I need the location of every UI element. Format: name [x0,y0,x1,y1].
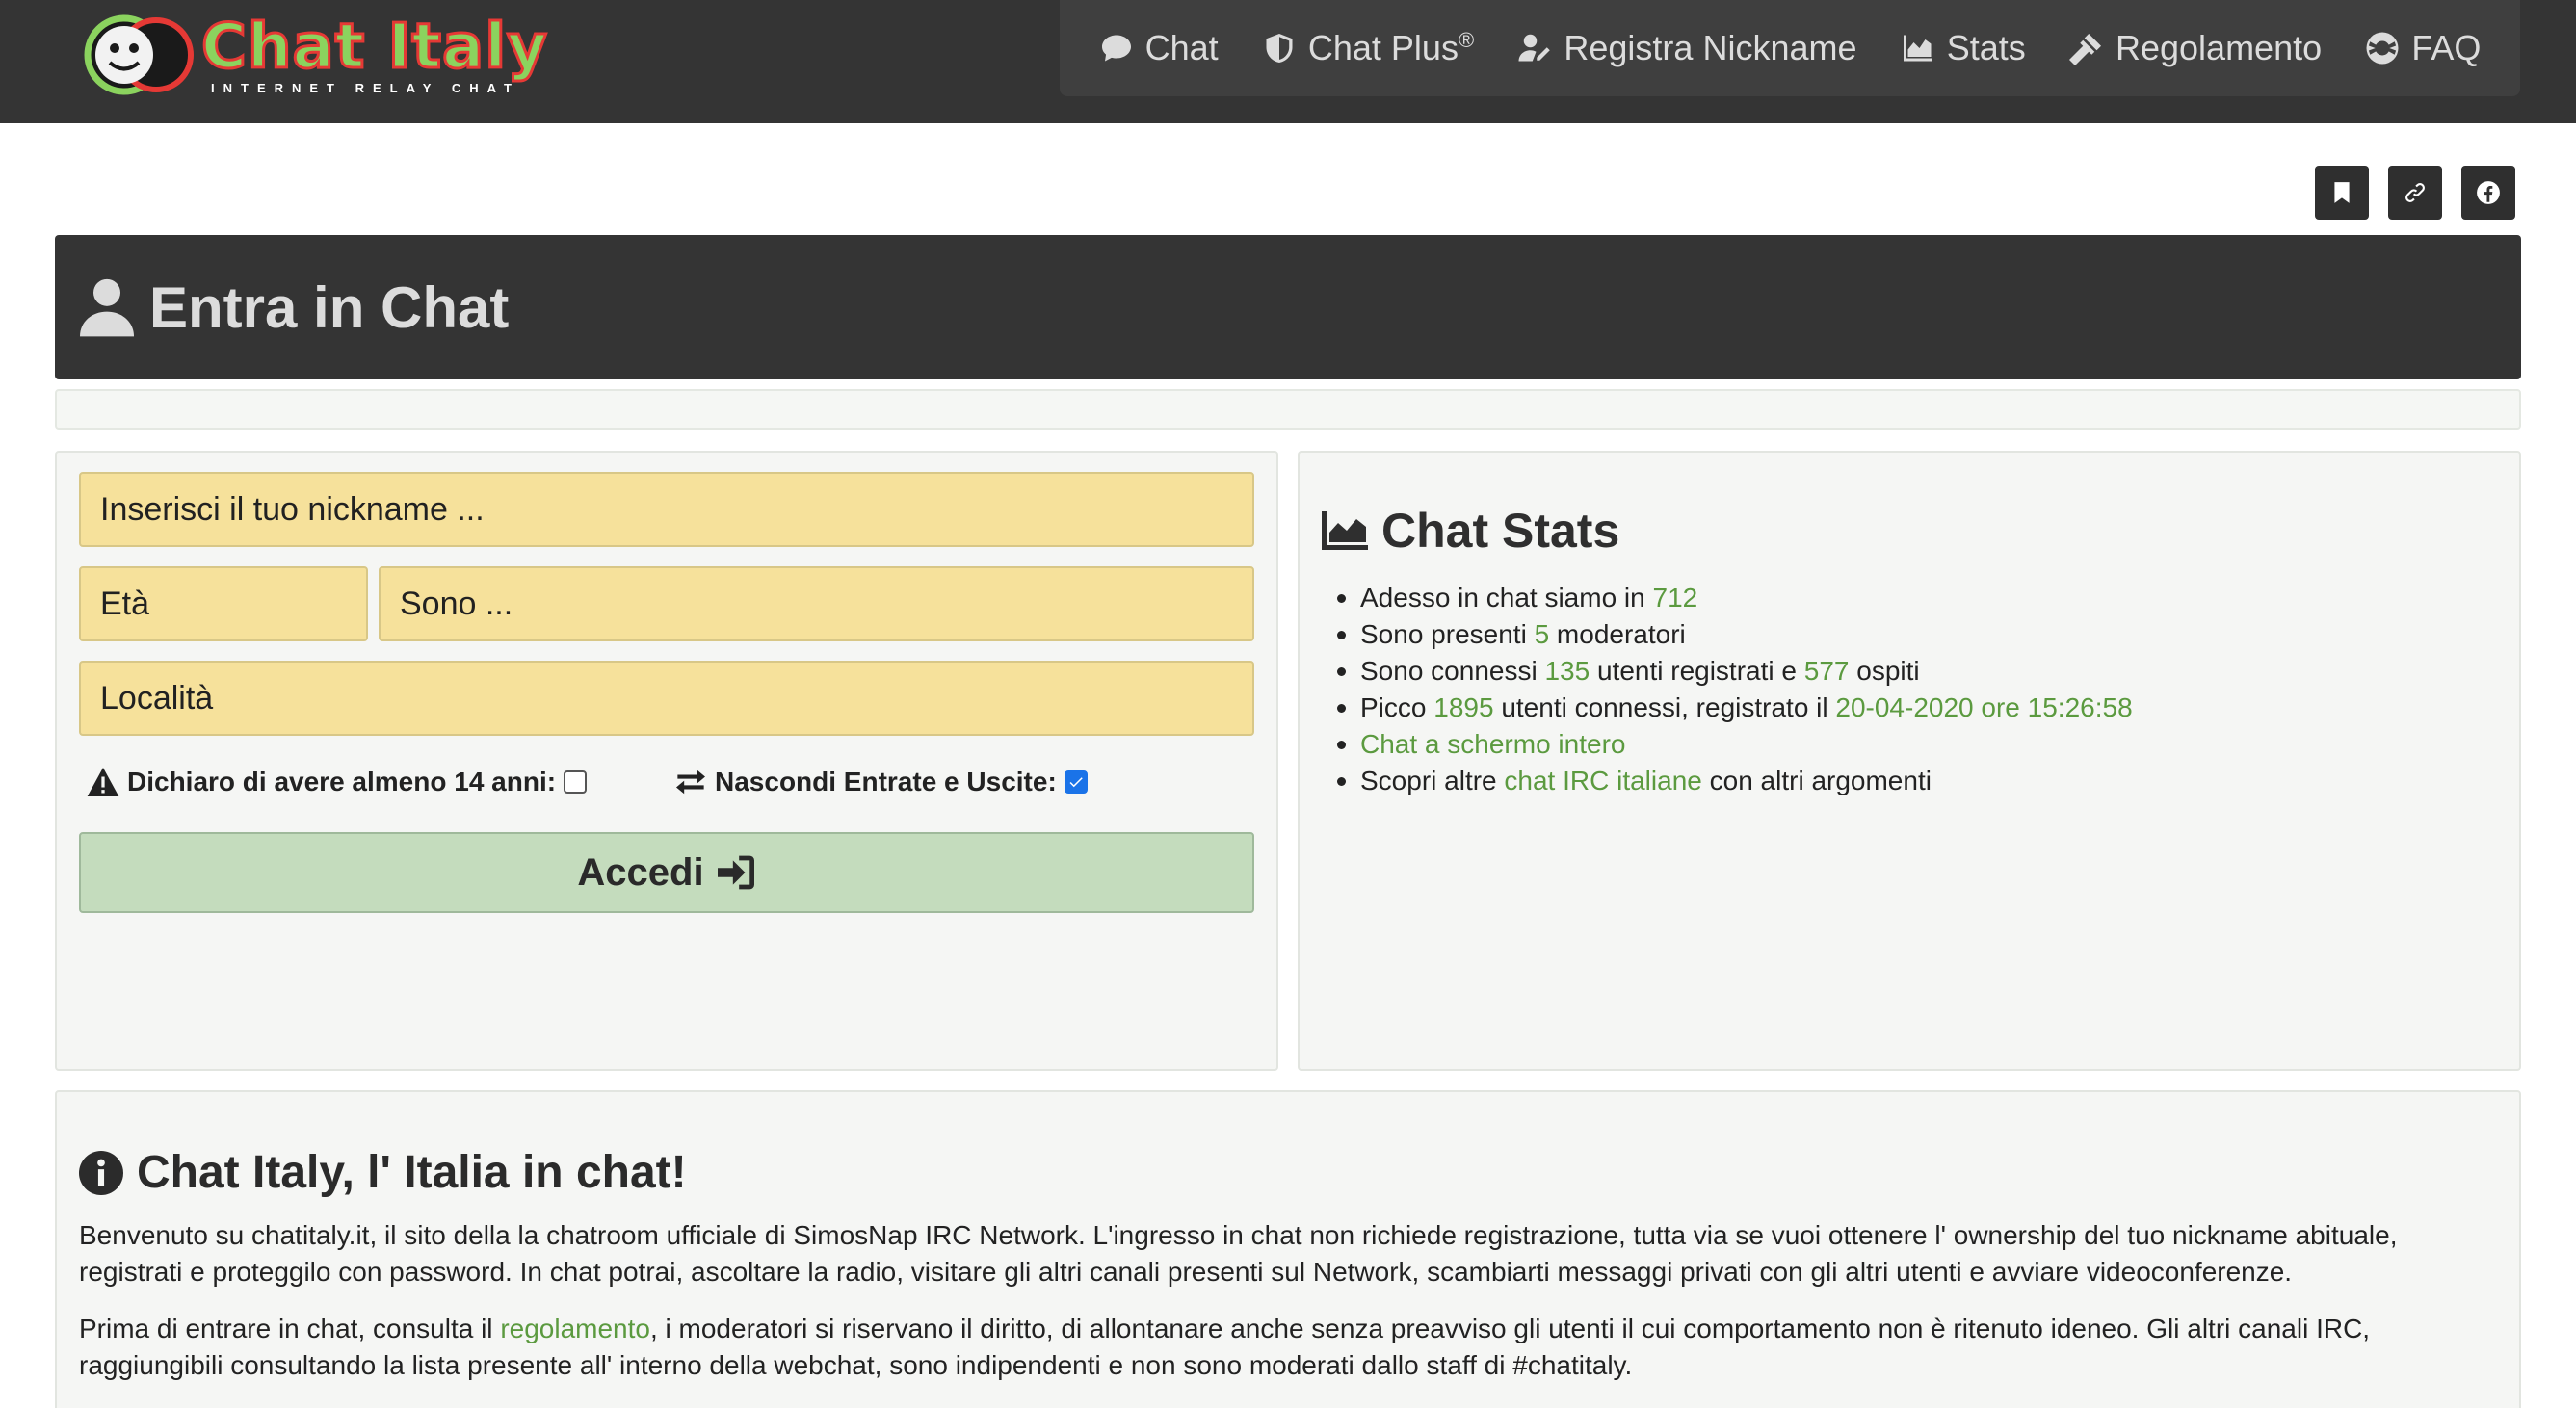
nickname-input[interactable]: Inserisci il tuo nickname ... [79,472,1254,547]
stat-value: 135 [1544,656,1590,686]
stat-moderators: Sono presenti 5 moderatori [1337,616,2133,653]
info-title: Chat Italy, l' Italia in chat! [137,1147,687,1198]
stat-value: 712 [1652,583,1698,613]
user-edit-icon [1518,34,1551,62]
hide-join-label: Nascondi Entrate e Uscite: [715,767,1057,796]
user-icon [80,278,134,337]
hide-join-row: Nascondi Entrate e Uscite: [674,767,1088,797]
stat-peak: Picco 1895 utenti connessi, registrato i… [1337,690,2133,726]
location-input[interactable]: Località [79,661,1254,736]
fullscreen-chat-link[interactable]: Chat a schermo intero [1360,729,1625,759]
page-header: Entra in Chat [55,235,2521,379]
gender-select[interactable]: Sono ... [379,566,1254,641]
stat-other-chats: Scopri altre chat IRC italiane con altri… [1337,763,2133,799]
accedi-label: Accedi [577,850,704,894]
regolamento-link[interactable]: regolamento [500,1314,650,1343]
check-icon [1069,777,1083,788]
stat-text: Adesso in chat siamo in [1360,583,1653,613]
bookmark-button[interactable] [2315,166,2369,220]
stat-value: 5 [1534,619,1550,649]
life-ring-icon [2366,32,2399,65]
info-heading: Chat Italy, l' Italia in chat! [79,1146,687,1199]
nav-stats-label: Stats [1946,28,2026,67]
chart-area-icon [1322,511,1368,550]
stat-text: ospiti [1849,656,1920,686]
stat-text: Scopri altre [1360,766,1505,795]
nav-registra-nickname[interactable]: Registra Nickname [1517,28,1857,68]
stat-text: utenti registrati e [1590,656,1804,686]
nav-faq-label: FAQ [2411,28,2482,67]
navbar: Chat Italy INTERNET RELAY CHAT Chat Chat… [0,0,2576,123]
gavel-icon [2068,34,2101,65]
warning-icon [87,768,119,796]
nav-chat-plus-label: Chat Plus® [1308,28,1474,68]
age-confirm-row: Dichiaro di avere almeno 14 anni: [87,767,588,797]
stat-text: Sono connessi [1360,656,1545,686]
stat-value: 1895 [1433,692,1494,722]
chart-area-icon [1903,35,1932,62]
stat-fullscreen: Chat a schermo intero [1337,726,2133,763]
facebook-share-button[interactable] [2461,166,2515,220]
page-title: Entra in Chat [149,274,510,340]
facebook-icon [2477,181,2500,204]
nav-faq[interactable]: FAQ [2365,28,2481,68]
stat-users-total: Adesso in chat siamo in 712 [1337,580,2133,616]
info-circle-icon [79,1150,123,1195]
age-confirm-label: Dichiaro di avere almeno 14 anni: [127,767,557,796]
link-icon [2405,183,2425,202]
nav-chat[interactable]: Chat [1099,28,1219,68]
stats-heading: Chat Stats [1322,503,1619,559]
nav-registra-label: Registra Nickname [1564,28,1857,67]
nav-regolamento[interactable]: Regolamento [2068,28,2323,68]
nav-chat-label: Chat [1144,28,1219,67]
main-nav: Chat Chat Plus® Registra Nickname Stats … [1060,0,2520,96]
bookmark-icon [2334,182,2350,203]
nav-stats[interactable]: Stats [1901,28,2026,68]
stat-value: 20-04-2020 ore 15:26:58 [1835,692,2133,722]
registered-mark: ® [1458,28,1475,52]
nav-chat-plus-text: Chat Plus [1307,28,1459,67]
stat-connected: Sono connessi 135 utenti registrati e 57… [1337,653,2133,690]
copy-link-button[interactable] [2388,166,2442,220]
stats-list: Adesso in chat siamo in 712 Sono present… [1337,580,2133,799]
info-paragraph-1: Benvenuto su chatitaly.it, il sito della… [79,1220,2398,1287]
notice-strip [55,389,2521,430]
shield-icon [1266,34,1293,63]
hide-join-checkbox[interactable] [1064,770,1088,794]
logo-text: Chat Italy [200,11,549,85]
stat-text: Sono presenti [1360,619,1535,649]
comment-icon [1101,35,1131,62]
nav-regolamento-label: Regolamento [2115,28,2323,67]
info-paragraph-2: Prima di entrare in chat, consulta il re… [79,1311,2487,1384]
irc-chats-link[interactable]: chat IRC italiane [1504,766,1701,795]
age-confirm-checkbox[interactable] [564,770,588,794]
nav-chat-plus[interactable]: Chat Plus® [1262,28,1474,68]
stats-title: Chat Stats [1381,504,1620,558]
logo-tagline: INTERNET RELAY CHAT [211,81,520,95]
stat-text: Picco [1360,692,1434,722]
age-input[interactable]: Età [79,566,368,641]
para-text: Prima di entrare in chat, consulta il [79,1314,501,1343]
exchange-icon [676,769,705,795]
stat-value: 577 [1803,656,1850,686]
stat-text: con altri argomenti [1701,766,1932,795]
smiley-logo-icon [84,14,194,95]
stat-text: moderatori [1549,619,1686,649]
stat-text: utenti connessi, registrato il [1493,692,1836,722]
accedi-button[interactable]: Accedi [79,832,1254,913]
site-logo[interactable]: Chat Italy INTERNET RELAY CHAT [81,8,548,100]
sign-in-icon [717,855,754,890]
